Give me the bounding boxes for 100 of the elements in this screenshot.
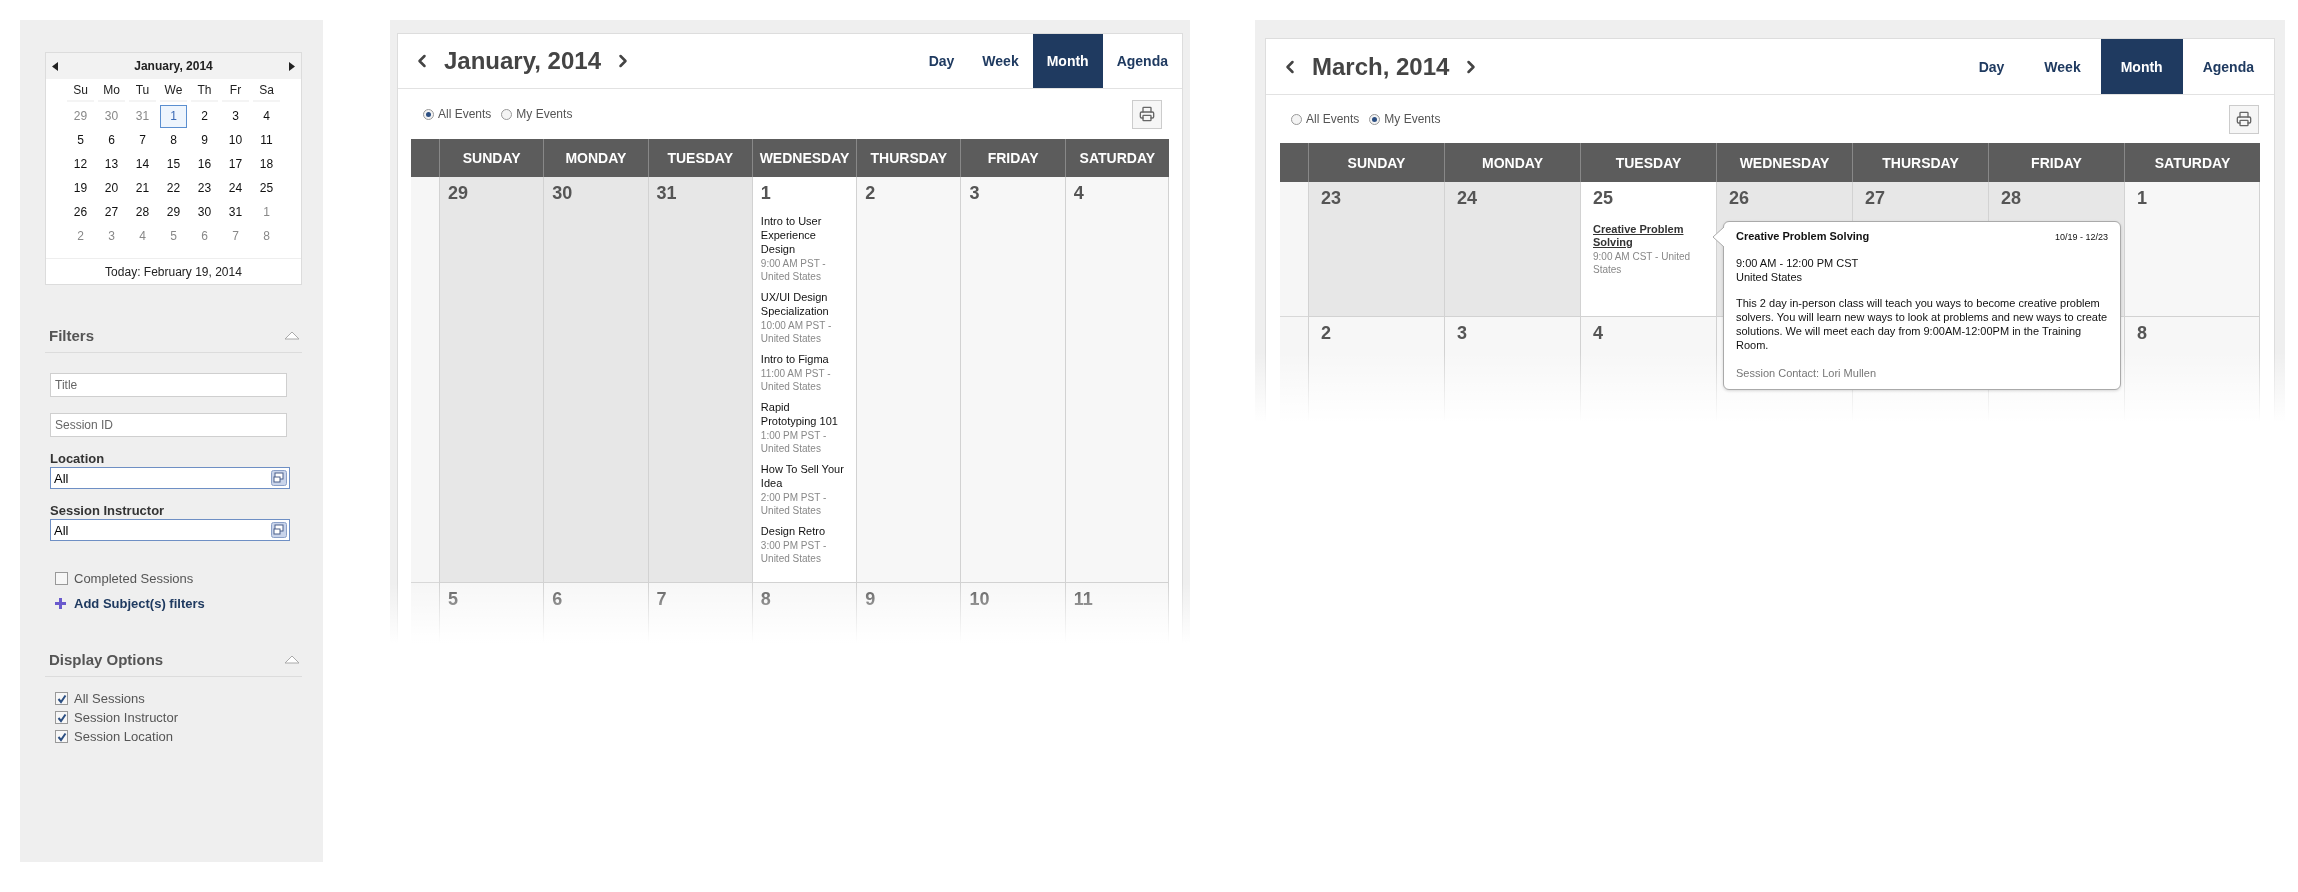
- tooltip-contact: Session Contact: Lori Mullen: [1736, 367, 1877, 379]
- radio-button[interactable]: [1369, 113, 1381, 125]
- mini-calendar-title: January, 2014: [134, 59, 213, 73]
- mini-calendar-day[interactable]: 10: [222, 129, 249, 152]
- weekday-header: SATURDAY: [2124, 143, 2260, 182]
- mini-calendar-day[interactable]: 1: [253, 201, 280, 224]
- mini-calendar-day[interactable]: 26: [67, 201, 94, 224]
- view-tab[interactable]: Week: [2024, 39, 2101, 94]
- day-number: 26: [1729, 188, 1751, 209]
- event-detail: 2:00 PM PST - United States: [760, 491, 828, 517]
- event-title[interactable]: How To Sell Your Idea: [760, 462, 849, 490]
- select-field[interactable]: All: [50, 467, 290, 489]
- print-button[interactable]: [2229, 104, 2259, 134]
- mini-calendar-day[interactable]: 9: [191, 129, 218, 152]
- lookup-icon[interactable]: [271, 470, 287, 486]
- mini-calendar-day[interactable]: 5: [67, 129, 94, 152]
- printer-icon: [1139, 106, 1155, 122]
- tooltip-description: This 2 day in-person class will teach you ways to become creative problem solvers. You will learn new ways to look at problems and new ways to create solutions. We will meet each day from 9:00AM-12:00PM in the Training Room.: [1736, 296, 2108, 352]
- event-link[interactable]: Creative Problem Solving: [1593, 223, 1708, 249]
- mini-calendar-day[interactable]: 3: [222, 105, 249, 128]
- mini-calendar-day[interactable]: 6: [191, 225, 218, 248]
- radio-button[interactable]: [1291, 113, 1302, 125]
- mini-calendar-day[interactable]: 31: [222, 201, 249, 224]
- day-number: 30: [552, 183, 574, 204]
- event-title[interactable]: Intro to Figma: [760, 352, 849, 366]
- view-tab[interactable]: Agenda: [1102, 34, 1182, 88]
- checkbox[interactable]: [55, 692, 68, 705]
- day-number: 1: [2137, 188, 2148, 209]
- previous-month-icon[interactable]: [52, 61, 58, 71]
- lookup-icon[interactable]: [271, 522, 287, 538]
- mini-calendar-day[interactable]: 29: [67, 105, 94, 128]
- mini-calendar-day[interactable]: 7: [222, 225, 249, 248]
- view-tab[interactable]: Agenda: [2182, 39, 2274, 94]
- weekday-header: TUESDAY: [1580, 143, 1716, 182]
- print-button[interactable]: [1132, 99, 1162, 129]
- day-number: 25: [1593, 188, 1615, 209]
- mini-calendar-day[interactable]: 8: [160, 129, 187, 152]
- event-title[interactable]: UX/UI Design Specialization: [760, 290, 849, 318]
- add-filters-link[interactable]: Add Subject(s) filters: [55, 596, 205, 611]
- radio-button[interactable]: [423, 108, 434, 120]
- printer-icon: [2236, 111, 2252, 127]
- checkbox-label: All Sessions: [74, 691, 145, 706]
- checkbox[interactable]: [55, 730, 68, 743]
- next-month-icon[interactable]: [289, 61, 295, 71]
- mini-calendar-day[interactable]: 28: [129, 201, 156, 224]
- plus-icon: [55, 598, 66, 609]
- mini-calendar-day[interactable]: 18: [253, 153, 280, 176]
- mini-calendar-day[interactable]: 19: [67, 177, 94, 200]
- mini-calendar-day[interactable]: 17: [222, 153, 249, 176]
- mini-calendar-day[interactable]: 12: [67, 153, 94, 176]
- mini-calendar-day[interactable]: 27: [98, 201, 125, 224]
- mini-calendar-day[interactable]: 30: [191, 201, 218, 224]
- event-title[interactable]: Rapid Prototyping 101: [760, 400, 849, 428]
- today-label[interactable]: Today: February 19, 2014: [46, 258, 301, 284]
- radio-label: My Events: [516, 107, 573, 121]
- mini-calendar-day[interactable]: 7: [129, 129, 156, 152]
- checkbox[interactable]: [55, 711, 68, 724]
- mini-calendar-day[interactable]: 13: [98, 153, 125, 176]
- view-tab[interactable]: Week: [968, 34, 1033, 88]
- day-number: 4: [1593, 323, 1604, 344]
- mini-calendar-day[interactable]: 4: [129, 225, 156, 248]
- event-title[interactable]: Intro to User Experience Design: [760, 214, 849, 256]
- view-tab[interactable]: Month: [1032, 34, 1103, 88]
- text-field[interactable]: Session ID: [50, 413, 287, 437]
- event-title[interactable]: Design Retro: [760, 524, 849, 538]
- view-tab[interactable]: Month: [2100, 39, 2183, 94]
- mini-calendar-day[interactable]: 30: [98, 105, 125, 128]
- mini-calendar-day[interactable]: 16: [191, 153, 218, 176]
- mini-calendar-day[interactable]: 24: [222, 177, 249, 200]
- day-number: 10: [969, 589, 991, 610]
- radio-label: All Events: [1306, 112, 1360, 126]
- select-field[interactable]: All: [50, 519, 290, 541]
- weekday-header: SUNDAY: [439, 139, 544, 177]
- mini-calendar-day[interactable]: 25: [253, 177, 280, 200]
- mini-calendar-day[interactable]: 15: [160, 153, 187, 176]
- day-number: 2: [865, 183, 877, 204]
- weekday-header: FRIDAY: [1988, 143, 2124, 182]
- mini-calendar-day[interactable]: 14: [129, 153, 156, 176]
- mini-calendar-day[interactable]: 11: [253, 129, 280, 152]
- mini-calendar-day[interactable]: 1: [160, 105, 187, 128]
- mini-calendar-day[interactable]: 8: [253, 225, 280, 248]
- mini-calendar-day[interactable]: 4: [253, 105, 280, 128]
- view-tab[interactable]: Day: [914, 34, 969, 88]
- text-field[interactable]: Title: [50, 373, 287, 397]
- mini-calendar-day[interactable]: 5: [160, 225, 187, 248]
- mini-calendar-day[interactable]: 22: [160, 177, 187, 200]
- weekday-label: Tu: [129, 79, 156, 102]
- mini-calendar-day[interactable]: 23: [191, 177, 218, 200]
- mini-calendar-day[interactable]: 29: [160, 201, 187, 224]
- mini-calendar-day[interactable]: 2: [67, 225, 94, 248]
- mini-calendar-day[interactable]: 6: [98, 129, 125, 152]
- radio-button[interactable]: [501, 108, 513, 120]
- view-tab[interactable]: Day: [1958, 39, 2025, 94]
- day-number: 27: [1865, 188, 1887, 209]
- mini-calendar-day[interactable]: 3: [98, 225, 125, 248]
- mini-calendar-day[interactable]: 2: [191, 105, 218, 128]
- mini-calendar-day[interactable]: 20: [98, 177, 125, 200]
- mini-calendar-day[interactable]: 21: [129, 177, 156, 200]
- mini-calendar-day[interactable]: 31: [129, 105, 156, 128]
- checkbox[interactable]: [55, 572, 68, 585]
